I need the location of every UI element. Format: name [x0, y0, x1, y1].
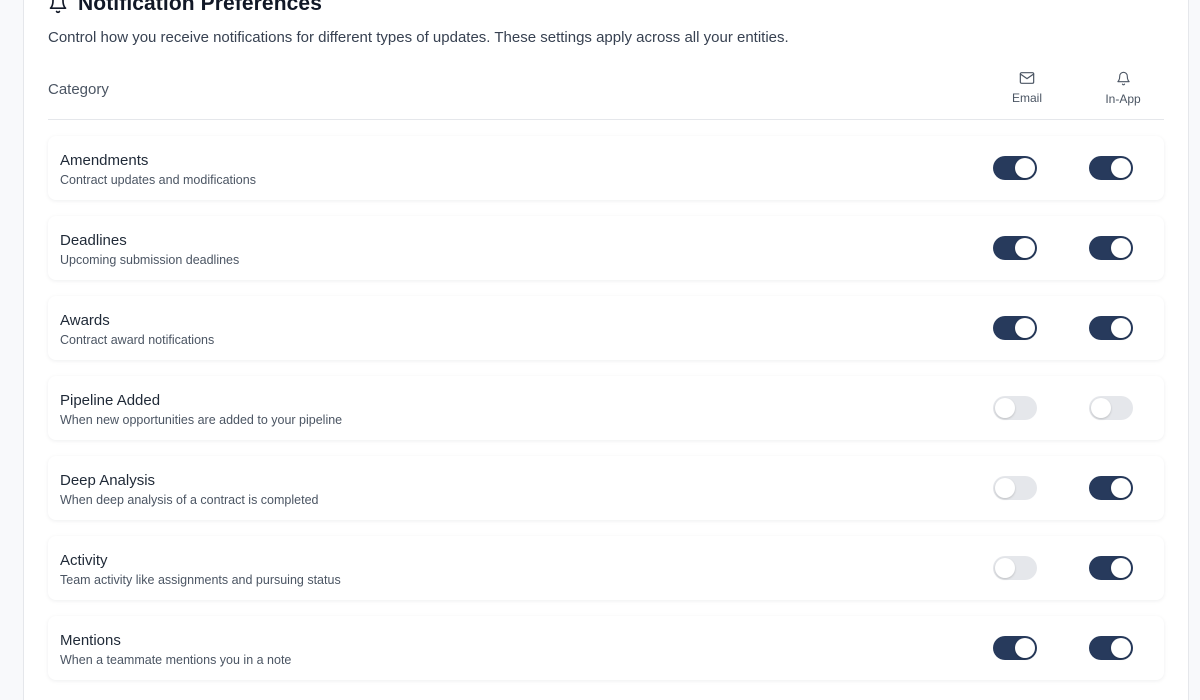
email-toggle[interactable]	[993, 636, 1037, 660]
inapp-toggle[interactable]	[1089, 476, 1133, 500]
toggle-knob	[995, 558, 1015, 578]
inapp-column-label: In-App	[1105, 92, 1141, 106]
preference-row-awards: Awards Contract award notifications	[48, 296, 1164, 360]
inapp-toggle[interactable]	[1089, 396, 1133, 420]
toggle-knob	[1111, 558, 1131, 578]
preference-row-deep-analysis: Deep Analysis When deep analysis of a co…	[48, 456, 1164, 520]
bell-icon	[1116, 71, 1131, 92]
preference-title: Pipeline Added	[60, 392, 161, 409]
inapp-toggle[interactable]	[1089, 236, 1133, 260]
email-toggle[interactable]	[993, 156, 1037, 180]
mail-icon	[1019, 71, 1035, 91]
toggle-knob	[1091, 398, 1111, 418]
preference-row-deadlines: Deadlines Upcoming submission deadlines	[48, 216, 1164, 280]
email-toggle[interactable]	[993, 396, 1037, 420]
page-header: Notification Preferences	[48, 0, 322, 16]
preference-description: When deep analysis of a contract is comp…	[60, 493, 319, 507]
preference-row-activity: Activity Team activity like assignments …	[48, 536, 1164, 600]
page-title: Notification Preferences	[78, 0, 322, 15]
toggle-knob	[1015, 158, 1035, 178]
preference-title: Amendments	[60, 152, 149, 169]
preference-list: Amendments Contract updates and modifica…	[48, 136, 1164, 696]
preference-title: Awards	[60, 312, 110, 329]
toggle-knob	[1111, 238, 1131, 258]
preference-title: Deep Analysis	[60, 472, 156, 489]
email-column-header: Email	[992, 71, 1062, 105]
email-toggle[interactable]	[993, 556, 1037, 580]
inapp-toggle[interactable]	[1089, 316, 1133, 340]
preference-title: Activity	[60, 552, 108, 569]
preference-title: Deadlines	[60, 232, 127, 249]
preference-row-amendments: Amendments Contract updates and modifica…	[48, 136, 1164, 200]
preference-description: Upcoming submission deadlines	[60, 253, 240, 267]
preference-row-pipeline-added: Pipeline Added When new opportunities ar…	[48, 376, 1164, 440]
toggle-knob	[1111, 318, 1131, 338]
preference-description: Contract award notifications	[60, 333, 215, 347]
preference-description: When a teammate mentions you in a note	[60, 653, 292, 667]
toggle-knob	[1111, 478, 1131, 498]
inapp-toggle[interactable]	[1089, 556, 1133, 580]
page-subtitle: Control how you receive notifications fo…	[48, 29, 789, 46]
header-divider	[48, 119, 1164, 120]
preference-row-mentions: Mentions When a teammate mentions you in…	[48, 616, 1164, 680]
preference-description: Team activity like assignments and pursu…	[60, 573, 341, 587]
email-toggle[interactable]	[993, 316, 1037, 340]
inapp-column-header: In-App	[1088, 71, 1158, 106]
preference-title: Mentions	[60, 632, 121, 649]
inapp-toggle[interactable]	[1089, 636, 1133, 660]
toggle-knob	[995, 398, 1015, 418]
toggle-knob	[995, 478, 1015, 498]
toggle-knob	[1015, 238, 1035, 258]
email-toggle[interactable]	[993, 236, 1037, 260]
bell-icon	[48, 0, 68, 14]
toggle-knob	[1015, 318, 1035, 338]
email-toggle[interactable]	[993, 476, 1037, 500]
inapp-toggle[interactable]	[1089, 156, 1133, 180]
category-column-header: Category	[48, 81, 109, 98]
preference-description: Contract updates and modifications	[60, 173, 256, 187]
toggle-knob	[1015, 638, 1035, 658]
preference-description: When new opportunities are added to your…	[60, 413, 343, 427]
toggle-knob	[1111, 158, 1131, 178]
email-column-label: Email	[1011, 91, 1042, 105]
toggle-knob	[1111, 638, 1131, 658]
